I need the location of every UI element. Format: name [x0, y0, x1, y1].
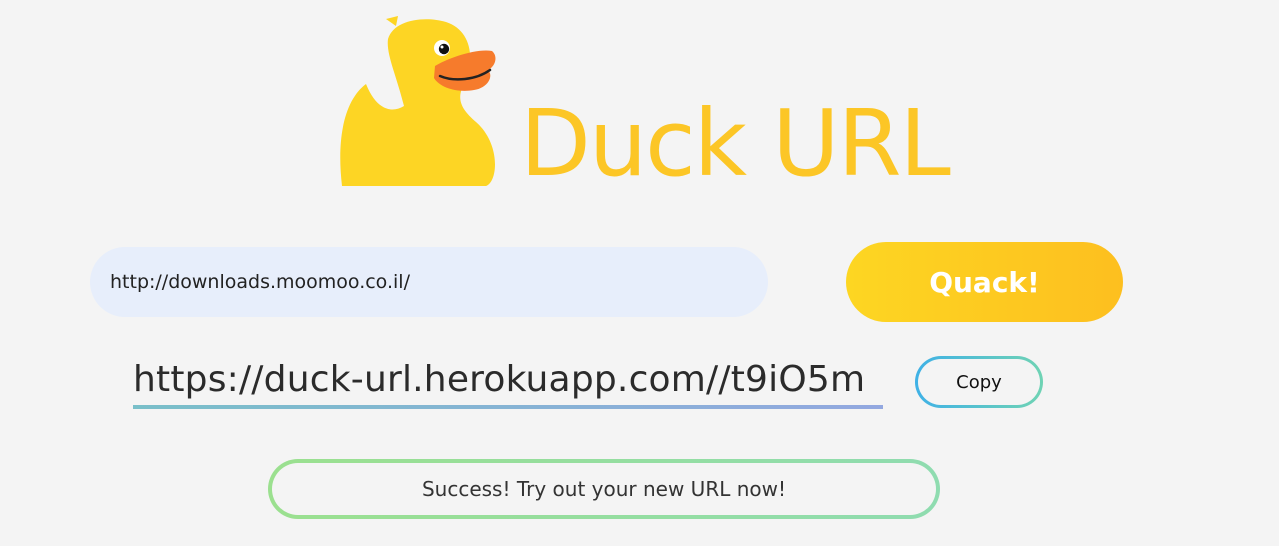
url-input[interactable] [90, 247, 768, 317]
quack-button[interactable]: Quack! [846, 242, 1123, 322]
app-title: Duck URL [520, 90, 951, 197]
status-message-box: Success! Try out your new URL now! [268, 459, 940, 519]
rubber-duck-icon [340, 16, 496, 186]
status-message: Success! Try out your new URL now! [421, 477, 787, 501]
short-url-underline [133, 405, 883, 409]
copy-button[interactable]: Copy [915, 356, 1043, 408]
page: Duck URL Quack! https://duck-url.herokua… [0, 0, 1279, 546]
short-url-output[interactable]: https://duck-url.herokuapp.com//t9iO5m [133, 356, 883, 408]
logo: Duck URL [336, 14, 951, 192]
